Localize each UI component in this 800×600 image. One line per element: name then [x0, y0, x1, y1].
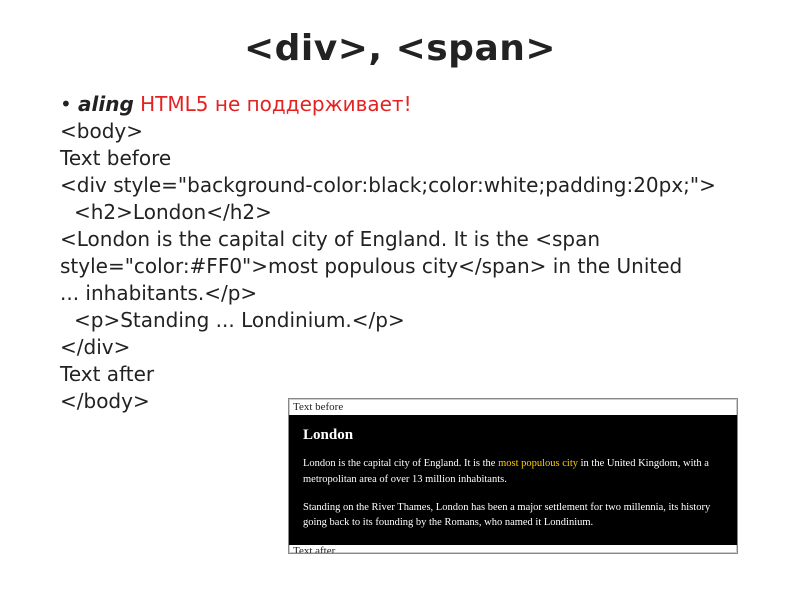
- warning-text: HTML5 не поддерживает!: [140, 92, 411, 116]
- bullet-marker: •: [60, 91, 78, 118]
- code-line-para2: <p>Standing ... Londinium.</p>: [60, 307, 740, 334]
- code-line-body-open: <body>: [60, 118, 740, 145]
- bullet-text: aling HTML5 не поддерживает!: [78, 91, 412, 118]
- code-line-text-before: Text before: [60, 145, 740, 172]
- slide-content: • aling HTML5 не поддерживает! <body> Te…: [60, 91, 740, 415]
- preview-highlight: most populous city: [498, 458, 578, 469]
- bullet-item: • aling HTML5 не поддерживает!: [60, 91, 740, 118]
- preview-black-box: London London is the capital city of Eng…: [289, 415, 737, 545]
- code-line-para1b: ... inhabitants.</p>: [60, 280, 740, 307]
- preview-p1-a: London is the capital city of England. I…: [303, 458, 498, 469]
- code-line-h2: <h2>London</h2>: [60, 199, 740, 226]
- rendered-preview: Text before London London is the capital…: [288, 398, 738, 554]
- attr-name: aling: [78, 92, 134, 116]
- preview-paragraph-2: Standing on the River Thames, London has…: [303, 500, 723, 532]
- preview-text-after: Text after: [289, 545, 737, 553]
- slide: <div>, <span> • aling HTML5 не поддержив…: [0, 0, 800, 600]
- code-line-div-close: </div>: [60, 334, 740, 361]
- code-line-para1a: <London is the capital city of England. …: [60, 226, 740, 280]
- code-line-text-after: Text after: [60, 361, 740, 388]
- preview-heading: London: [303, 427, 723, 444]
- slide-title: <div>, <span>: [60, 28, 740, 69]
- preview-paragraph-1: London is the capital city of England. I…: [303, 456, 723, 488]
- code-line-div-open: <div style="background-color:black;color…: [60, 172, 740, 199]
- preview-text-before: Text before: [289, 399, 737, 415]
